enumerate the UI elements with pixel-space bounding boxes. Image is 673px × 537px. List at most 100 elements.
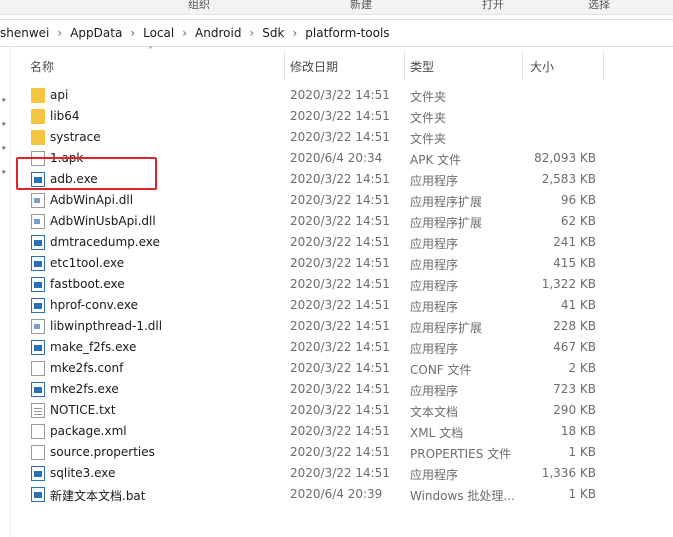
xml-file-icon [31, 424, 45, 439]
file-name: mke2fs.exe [50, 382, 119, 396]
ribbon-new[interactable]: 新建 [350, 0, 372, 12]
file-size: 18 KB [560, 424, 596, 438]
chevron-right-icon[interactable]: › [288, 26, 301, 40]
breadcrumb-item-local[interactable]: Local [139, 26, 178, 40]
ribbon-open[interactable]: 打开 [482, 0, 504, 12]
file-name: AdbWinApi.dll [50, 193, 134, 207]
file-row[interactable]: mke2fs.exe 2020/3/22 14:51 应用程序 723 KB [0, 379, 673, 400]
file-row[interactable]: make_f2fs.exe 2020/3/22 14:51 应用程序 467 KB [0, 337, 673, 358]
file-size: 1,336 KB [541, 466, 596, 480]
file-row[interactable]: etc1tool.exe 2020/3/22 14:51 应用程序 415 KB [0, 253, 673, 274]
file-size: 1 KB [568, 445, 596, 459]
file-row[interactable]: 新建文本文档.bat 2020/6/4 20:39 Windows 批处理... 1 … [0, 484, 673, 505]
file-size: 290 KB [553, 403, 596, 417]
file-name: AdbWinUsbApi.dll [50, 214, 156, 228]
file-type: 应用程序 [410, 384, 459, 398]
file-date: 2020/3/22 14:51 [290, 109, 390, 123]
file-name: package.xml [50, 424, 127, 438]
file-date: 2020/6/4 20:34 [290, 151, 383, 165]
file-row[interactable]: sqlite3.exe 2020/3/22 14:51 应用程序 1,336 KB [0, 463, 673, 484]
file-type: 应用程序扩展 [410, 321, 483, 335]
file-name: mke2fs.conf [50, 361, 124, 375]
file-row[interactable]: lib64 2020/3/22 14:51 文件夹 [0, 106, 673, 127]
file-row[interactable]: AdbWinApi.dll 2020/3/22 14:51 应用程序扩展 96 KB [0, 190, 673, 211]
file-size: 467 KB [553, 340, 596, 354]
breadcrumb-item-shenwei[interactable]: shenwei [0, 26, 53, 40]
file-date: 2020/6/4 20:39 [290, 487, 383, 501]
breadcrumb-item-platform-tools[interactable]: platform-tools [301, 26, 393, 40]
file-date: 2020/3/22 14:51 [290, 235, 390, 249]
file-name: fastboot.exe [50, 277, 125, 291]
chevron-right-icon[interactable]: › [178, 26, 191, 40]
file-icon [31, 445, 45, 460]
file-name: sqlite3.exe [50, 466, 116, 480]
file-row[interactable]: mke2fs.conf 2020/3/22 14:51 CONF 文件 2 KB [0, 358, 673, 379]
file-row[interactable]: dmtracedump.exe 2020/3/22 14:51 应用程序 241 KB [0, 232, 673, 253]
file-date: 2020/3/22 14:51 [290, 256, 390, 270]
column-divider[interactable] [522, 50, 523, 80]
file-date: 2020/3/22 14:51 [290, 298, 390, 312]
file-type: 应用程序扩展 [410, 195, 483, 209]
breadcrumb-item-sdk[interactable]: Sdk [258, 26, 288, 40]
file-row[interactable]: libwinpthread-1.dll 2020/3/22 14:51 应用程序扩展… [0, 316, 673, 337]
exe-icon [31, 382, 45, 397]
exe-icon [31, 277, 45, 292]
file-type: PROPERTIES 文件 [410, 447, 512, 461]
file-type: 应用程序 [410, 258, 459, 272]
file-size: 723 KB [553, 382, 596, 396]
chevron-right-icon[interactable]: › [245, 26, 258, 40]
file-date: 2020/3/22 14:51 [290, 340, 390, 354]
file-name: NOTICE.txt [50, 403, 116, 417]
file-row[interactable]: NOTICE.txt 2020/3/22 14:51 文本文档 290 KB [0, 400, 673, 421]
column-header-size[interactable]: 大小 [530, 58, 554, 75]
bat-file-icon [31, 487, 45, 502]
file-date: 2020/3/22 14:51 [290, 361, 390, 375]
file-name: lib64 [50, 109, 80, 123]
file-row[interactable]: api 2020/3/22 14:51 文件夹 [0, 85, 673, 106]
file-date: 2020/3/22 14:51 [290, 424, 390, 438]
file-type: 应用程序 [410, 342, 459, 356]
file-date: 2020/3/22 14:51 [290, 319, 390, 333]
file-size: 82,093 KB [534, 151, 596, 165]
column-header-name[interactable]: 名称 [30, 58, 54, 75]
column-header-type[interactable]: 类型 [410, 58, 434, 75]
file-row[interactable]: hprof-conv.exe 2020/3/22 14:51 应用程序 41 KB [0, 295, 673, 316]
file-name: 新建文本文档.bat [50, 489, 146, 503]
column-divider[interactable] [284, 50, 285, 80]
file-row[interactable]: AdbWinUsbApi.dll 2020/3/22 14:51 应用程序扩展 62 … [0, 211, 673, 232]
file-row[interactable]: systrace 2020/3/22 14:51 文件夹 [0, 127, 673, 148]
file-row[interactable]: package.xml 2020/3/22 14:51 XML 文档 18 KB [0, 421, 673, 442]
file-type: XML 文档 [410, 426, 464, 440]
file-row[interactable]: fastboot.exe 2020/3/22 14:51 应用程序 1,322 KB [0, 274, 673, 295]
dll-icon [31, 193, 45, 208]
file-date: 2020/3/22 14:51 [290, 403, 390, 417]
file-size: 2 KB [568, 361, 596, 375]
file-date: 2020/3/22 14:51 [290, 466, 390, 480]
breadcrumb-item-android[interactable]: Android [191, 26, 245, 40]
file-type: 应用程序扩展 [410, 216, 483, 230]
file-row[interactable]: source.properties 2020/3/22 14:51 PROPERTI… [0, 442, 673, 463]
chevron-right-icon[interactable]: › [53, 26, 66, 40]
column-divider[interactable] [404, 50, 405, 80]
exe-icon [31, 340, 45, 355]
file-date: 2020/3/22 14:51 [290, 277, 390, 291]
column-header-date[interactable]: 修改日期 [290, 58, 338, 75]
ribbon-organize[interactable]: 组织 [188, 0, 210, 12]
file-size: 1 KB [568, 487, 596, 501]
breadcrumb-item-appdata[interactable]: AppData [66, 26, 126, 40]
file-date: 2020/3/22 14:51 [290, 214, 390, 228]
address-bar[interactable]: shenwei › AppData › Local › Android › Sd… [0, 19, 673, 47]
file-name: make_f2fs.exe [50, 340, 137, 354]
file-size: 228 KB [553, 319, 596, 333]
file-name: dmtracedump.exe [50, 235, 160, 249]
column-divider[interactable] [603, 50, 604, 80]
file-date: 2020/3/22 14:51 [290, 172, 390, 186]
file-size: 241 KB [553, 235, 596, 249]
chevron-right-icon[interactable]: › [126, 26, 139, 40]
file-type: Windows 批处理... [410, 489, 515, 503]
file-size: 62 KB [560, 214, 596, 228]
file-type: 文件夹 [410, 132, 447, 146]
sort-up-icon: ˄ [148, 46, 153, 57]
ribbon-select[interactable]: 选择 [588, 0, 610, 12]
file-type: 应用程序 [410, 174, 459, 188]
